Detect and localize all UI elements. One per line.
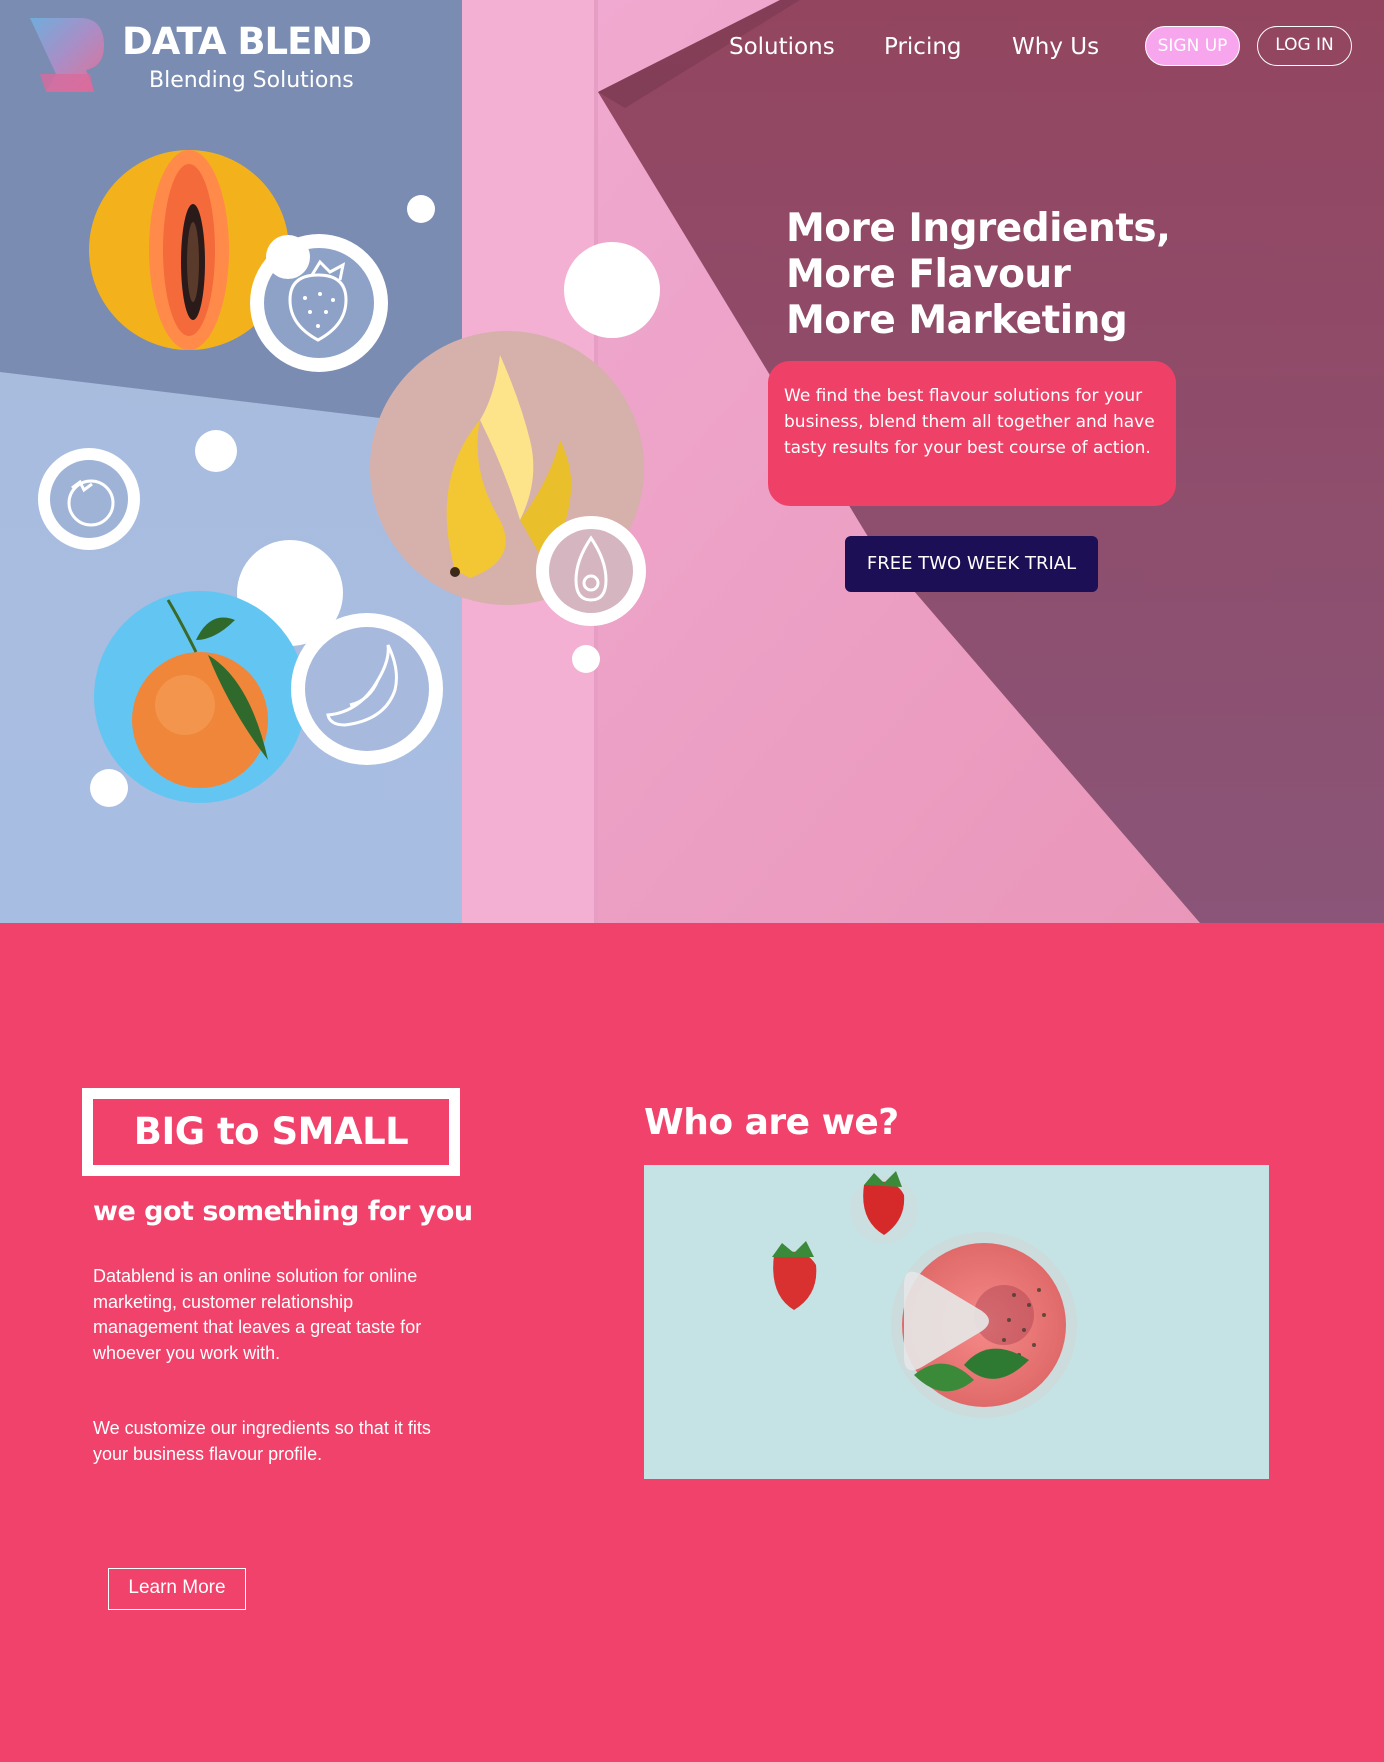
who-are-we-heading: Who are we? — [644, 1102, 899, 1143]
avocado-icon — [536, 516, 646, 626]
badge-text: BIG to SMALL — [133, 1110, 409, 1153]
learn-more-button[interactable]: Learn More — [108, 1568, 246, 1610]
decor-bubble — [90, 769, 128, 807]
video-thumbnail — [644, 1165, 1269, 1479]
hero-headline: More Ingredients, More Flavour More Mark… — [786, 206, 1171, 344]
hero-section: DATA BLEND Blending Solutions Solutions … — [0, 0, 1384, 923]
free-trial-button[interactable]: FREE TWO WEEK TRIAL — [845, 536, 1098, 592]
nav-why-us[interactable]: Why Us — [1012, 34, 1099, 60]
hero-description-card: We find the best flavour solutions for y… — [768, 361, 1176, 506]
login-button[interactable]: LOG IN — [1257, 26, 1352, 66]
about-subheading: we got something for you — [93, 1196, 473, 1227]
nav-solutions[interactable]: Solutions — [729, 34, 835, 60]
signup-button[interactable]: SIGN UP — [1145, 26, 1240, 66]
about-paragraph-2: We customize our ingredients so that it … — [93, 1418, 431, 1464]
headline-line-3: More Marketing — [786, 298, 1128, 343]
headline-line-1: More Ingredients, — [786, 206, 1171, 251]
big-to-small-badge: BIG to SMALL — [82, 1088, 460, 1176]
decor-bubble — [266, 235, 310, 279]
fruit-collage — [38, 150, 660, 807]
decor-bubble — [407, 195, 435, 223]
decor-bubble — [195, 430, 237, 472]
orange-image — [94, 591, 306, 803]
decor-bubble — [564, 242, 660, 338]
nav-pricing[interactable]: Pricing — [884, 34, 962, 60]
about-paragraph-1: Datablend is an online solution for onli… — [93, 1266, 422, 1363]
headline-line-2: More Flavour — [786, 252, 1071, 297]
banana-icon — [291, 613, 443, 765]
tomato-icon — [38, 448, 140, 550]
video-player[interactable] — [644, 1165, 1269, 1479]
hero-description: We find the best flavour solutions for y… — [784, 386, 1155, 458]
decor-bubble — [572, 645, 600, 673]
